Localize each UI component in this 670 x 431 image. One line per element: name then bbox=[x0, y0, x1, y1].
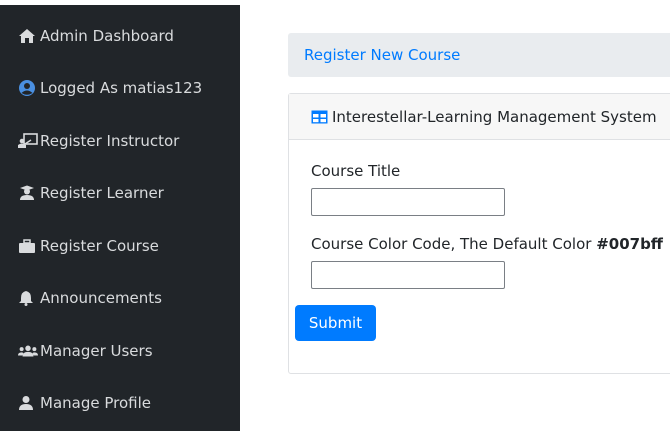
course-color-default-value: #007bff bbox=[596, 235, 663, 253]
sidebar-item-register-learner[interactable]: Register Learner bbox=[18, 181, 164, 205]
sidebar-item-label: Manage Profile bbox=[40, 394, 151, 412]
course-color-label-text: Course Color Code, The Default Color bbox=[311, 235, 597, 253]
course-title-label: Course Title bbox=[311, 162, 401, 180]
bell-icon bbox=[18, 289, 38, 307]
sidebar-item-label: Announcements bbox=[40, 289, 162, 307]
sidebar-item-label: Admin Dashboard bbox=[40, 27, 174, 45]
sidebar-item-logged-as[interactable]: Logged As matias123 bbox=[18, 76, 202, 100]
course-color-label: Course Color Code, The Default Color #00… bbox=[311, 235, 663, 253]
user-graduate-icon bbox=[18, 184, 38, 202]
register-course-card: Interestellar-Learning Management System… bbox=[288, 93, 670, 374]
sidebar-item-manager-users[interactable]: Manager Users bbox=[18, 339, 153, 363]
sidebar-item-label: Manager Users bbox=[40, 342, 153, 360]
table-icon bbox=[311, 110, 328, 124]
home-icon bbox=[18, 27, 38, 45]
sidebar-item-label: Register Instructor bbox=[40, 132, 180, 150]
sidebar-item-register-course[interactable]: Register Course bbox=[18, 234, 159, 258]
card-title: Interestellar-Learning Management System bbox=[332, 107, 657, 126]
breadcrumb-link-register-new-course[interactable]: Register New Course bbox=[304, 46, 460, 64]
user-circle-icon bbox=[18, 79, 38, 97]
briefcase-icon bbox=[18, 237, 38, 255]
sidebar-item-label: Register Learner bbox=[40, 184, 164, 202]
sidebar-item-admin-dashboard[interactable]: Admin Dashboard bbox=[18, 24, 174, 48]
sidebar-item-register-instructor[interactable]: Register Instructor bbox=[18, 129, 179, 153]
sidebar: Admin Dashboard Logged As matias123 Regi… bbox=[0, 5, 240, 431]
chalkboard-teacher-icon bbox=[18, 132, 38, 150]
users-icon bbox=[18, 342, 38, 360]
user-icon bbox=[18, 394, 38, 412]
sidebar-item-label: Register Course bbox=[40, 237, 159, 255]
course-color-input[interactable] bbox=[311, 261, 505, 289]
course-title-input[interactable] bbox=[311, 188, 505, 216]
sidebar-item-manage-profile[interactable]: Manage Profile bbox=[18, 391, 151, 415]
sidebar-item-label: Logged As matias123 bbox=[40, 79, 203, 97]
submit-button[interactable]: Submit bbox=[295, 305, 376, 341]
breadcrumb: Register New Course bbox=[288, 33, 670, 77]
card-header: Interestellar-Learning Management System bbox=[289, 94, 670, 140]
sidebar-item-announcements[interactable]: Announcements bbox=[18, 286, 162, 310]
